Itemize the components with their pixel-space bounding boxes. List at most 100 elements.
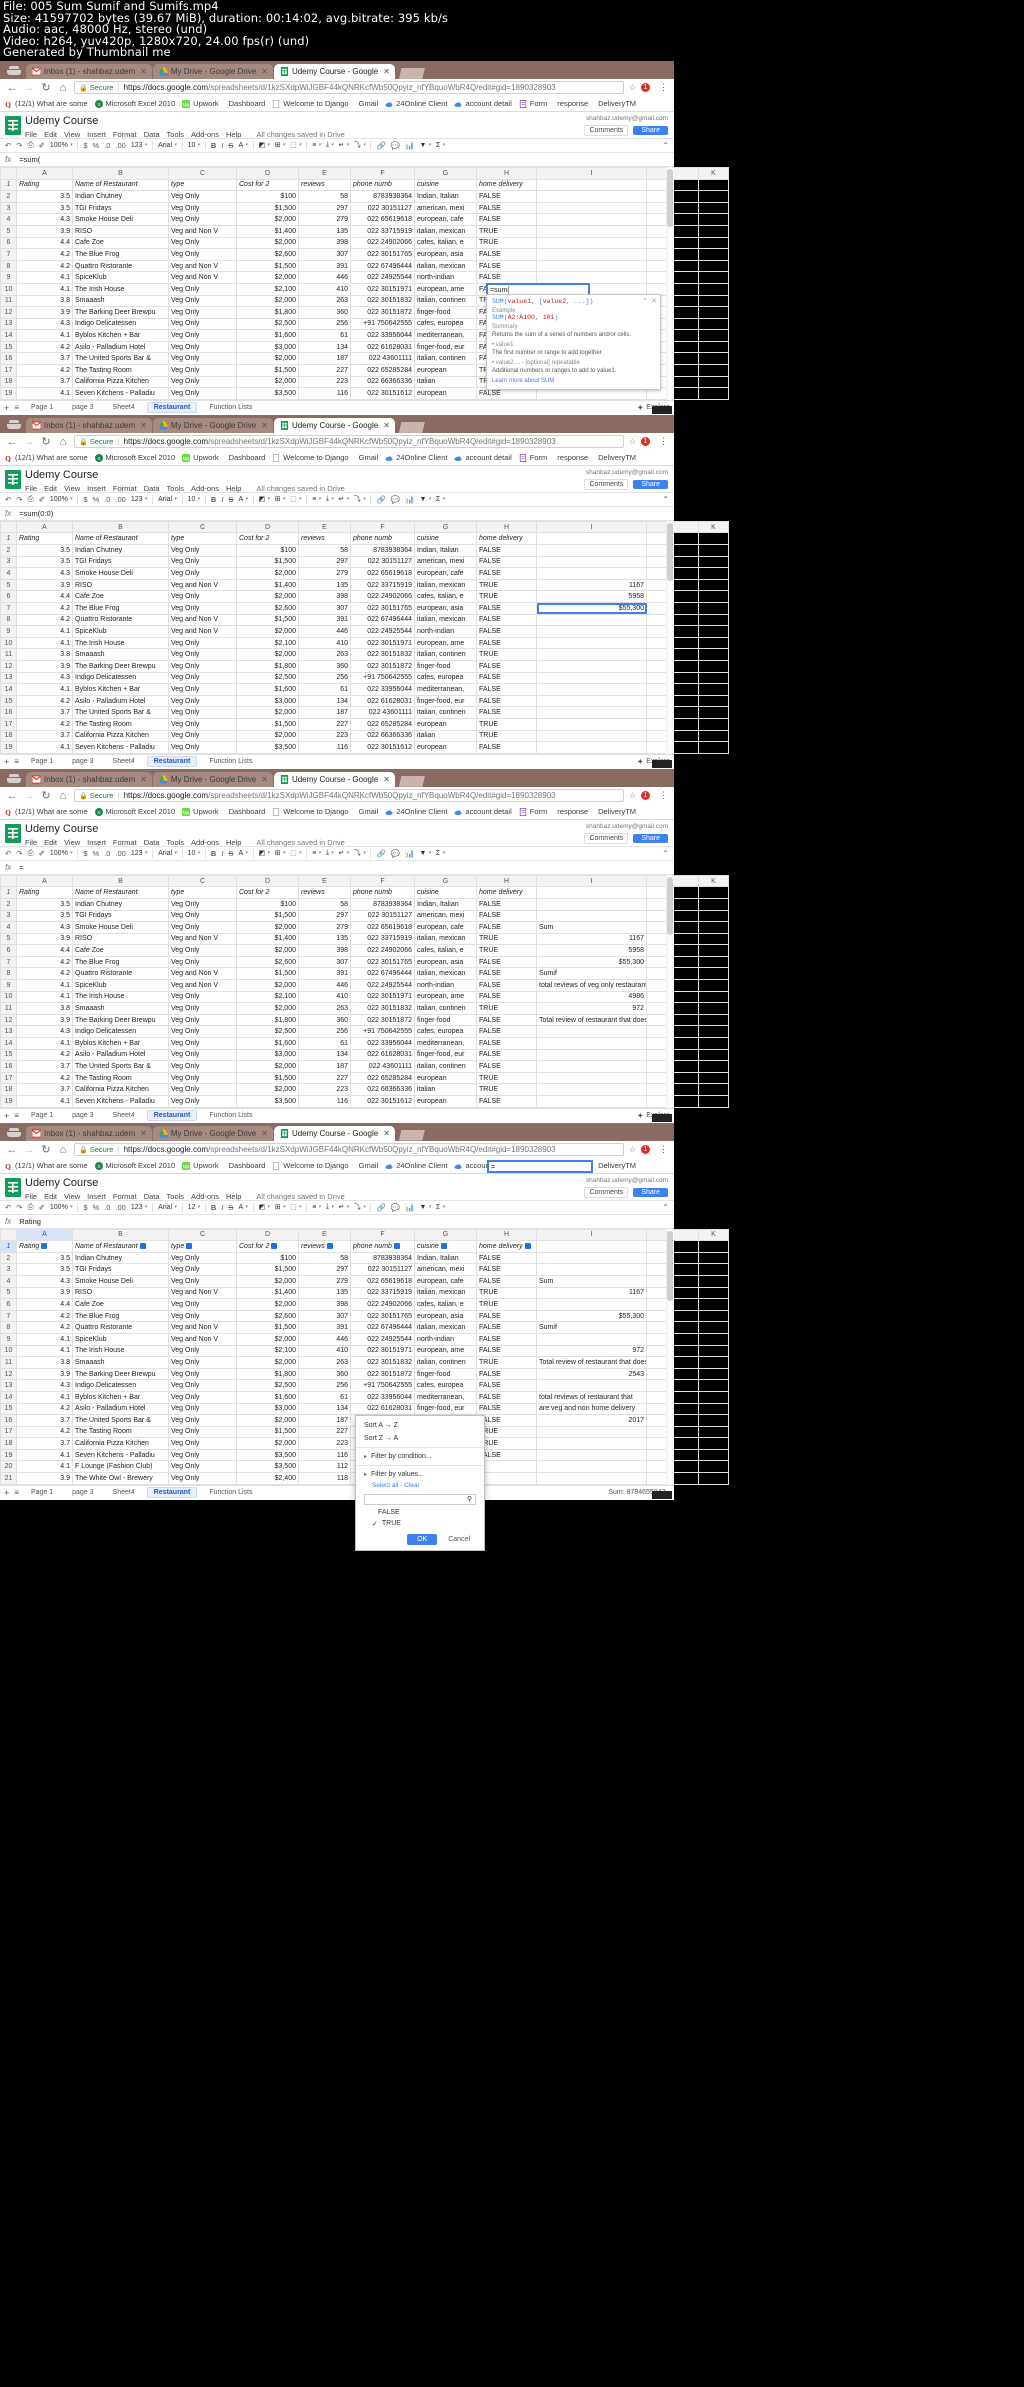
cell-I15[interactable]: are veg and non home delivery: [536, 1402, 647, 1416]
cell-C19[interactable]: Veg Only: [168, 387, 237, 400]
cell-E8[interactable]: 391: [298, 1321, 351, 1334]
horizontal-align-icon[interactable]: ≡ ▾: [312, 1204, 321, 1211]
font-select[interactable]: Arial ▾: [158, 850, 177, 857]
cell-H4[interactable]: FALSE: [476, 921, 537, 934]
header-cell-I[interactable]: [536, 1240, 647, 1253]
column-header-B[interactable]: B: [72, 874, 169, 888]
cell-F10[interactable]: 022 30151971: [350, 1344, 415, 1358]
cell-G7[interactable]: european, asia: [414, 955, 477, 969]
formula-bar[interactable]: fx =: [0, 861, 674, 875]
cell-C7[interactable]: Veg Only: [168, 248, 237, 261]
cell-H11[interactable]: TRUE: [476, 648, 537, 661]
cell-H14[interactable]: FALSE: [476, 683, 537, 696]
formula-bar[interactable]: fx =sum(0:0): [0, 507, 674, 521]
table-row[interactable]: 9 4.1 SpiceKlub Veg and Non V $2,000 446…: [0, 979, 729, 992]
cell-F17[interactable]: 022 65285284: [350, 364, 415, 377]
cell-K16[interactable]: [698, 1414, 729, 1427]
header-cell-A[interactable]: Rating: [16, 532, 73, 546]
row-header-14[interactable]: 14: [0, 1037, 17, 1050]
cell-F7[interactable]: 022 30151765: [350, 602, 415, 615]
merge-cells-icon[interactable]: ⬚ ▾: [290, 495, 301, 503]
print-icon[interactable]: ⎙: [28, 1202, 34, 1212]
cell-E20[interactable]: 112: [298, 1460, 351, 1474]
cell-K10[interactable]: [698, 636, 729, 650]
cell-F8[interactable]: 022 67496444: [350, 967, 415, 981]
back-icon[interactable]: ←: [6, 436, 18, 448]
borders-icon[interactable]: ⊞ ▾: [275, 141, 285, 149]
cell-K8[interactable]: [698, 967, 729, 981]
row-header-1[interactable]: 1: [0, 886, 17, 899]
row-header-15[interactable]: 15: [0, 694, 17, 708]
cell-K9[interactable]: [698, 625, 729, 638]
cell-H13[interactable]: FALSE: [476, 1379, 537, 1392]
menu-help[interactable]: Help: [226, 838, 241, 847]
cell-C3[interactable]: Veg Only: [168, 1263, 237, 1276]
cell-C14[interactable]: Veg Only: [168, 1037, 237, 1050]
cell-F8[interactable]: 022 67496444: [350, 1321, 415, 1334]
cell-C19[interactable]: Veg Only: [168, 741, 237, 754]
cell-C6[interactable]: Veg Only: [168, 1298, 237, 1311]
header-cell-K[interactable]: [698, 178, 729, 192]
cell-F2[interactable]: 8783938364: [350, 544, 415, 557]
cell-D3[interactable]: $1,500: [236, 201, 299, 215]
more-formats-select[interactable]: 123 ▾: [131, 142, 147, 149]
insert-chart-icon[interactable]: 📊: [405, 495, 414, 504]
cell-A11[interactable]: 3.8: [16, 294, 73, 308]
cell-I5[interactable]: 1167: [536, 1286, 647, 1300]
cell-A3[interactable]: 3.5: [16, 1263, 73, 1276]
cell-B12[interactable]: The Barking Deer Brewpu: [72, 1367, 169, 1381]
menu-help[interactable]: Help: [226, 484, 241, 493]
cell-A19[interactable]: 4.1: [16, 1448, 73, 1462]
header-cell-E[interactable]: reviews: [298, 532, 351, 546]
notification-badge[interactable]: 1: [641, 83, 650, 93]
cell-B14[interactable]: Byblos Kitchen + Bar: [72, 1390, 169, 1404]
cell-B4[interactable]: Smoke House Deli: [72, 567, 169, 580]
borders-icon[interactable]: ⊞ ▾: [275, 1203, 285, 1211]
cell-C4[interactable]: Veg Only: [168, 213, 237, 226]
cell-I7[interactable]: $55,300: [536, 955, 647, 969]
bookmark-6[interactable]: 24Online Client: [385, 453, 447, 462]
filter-button-A[interactable]: [41, 1243, 48, 1250]
row-header-5[interactable]: 5: [0, 224, 17, 238]
bookmark-9[interactable]: response: [554, 99, 588, 108]
cell-H6[interactable]: TRUE: [476, 590, 537, 603]
cell-formula-editor[interactable]: =: [487, 1159, 593, 1173]
bookmark-1[interactable]: X Microsoft Excel 2010: [94, 1161, 175, 1170]
cell-K15[interactable]: [698, 340, 729, 354]
text-rotation-icon[interactable]: ⤵ ▾: [354, 140, 366, 150]
header-cell-F[interactable]: phone numb: [350, 532, 415, 546]
cell-G2[interactable]: Indian, Italian: [414, 190, 477, 203]
cell-G10[interactable]: european, ame: [414, 1344, 477, 1358]
cell-K6[interactable]: [698, 236, 729, 250]
table-row[interactable]: 7 4.2 The Blue Frog Veg Only $2,600 307 …: [0, 248, 729, 261]
cell-A11[interactable]: 3.8: [16, 648, 73, 661]
cell-D10[interactable]: $2,100: [236, 1344, 299, 1358]
close-icon[interactable]: ✕: [261, 1129, 268, 1138]
cell-H2[interactable]: FALSE: [476, 544, 537, 557]
cell-I7[interactable]: $55,300: [536, 1309, 647, 1323]
bookmark-6[interactable]: 24Online Client: [385, 99, 447, 108]
cell-A17[interactable]: 4.2: [16, 1425, 73, 1439]
row-header-6[interactable]: 6: [0, 1298, 17, 1311]
cell-C9[interactable]: Veg and Non V: [168, 271, 237, 284]
bookmark-star-icon[interactable]: ☆: [629, 1145, 636, 1154]
table-row[interactable]: 18 3.7 California Pizza Kitchen Veg Only…: [0, 729, 729, 743]
cell-G15[interactable]: finger-food, eur: [414, 1402, 477, 1416]
vertical-align-icon[interactable]: ⤓ ▾: [326, 495, 334, 503]
cell-A12[interactable]: 3.9: [16, 1013, 73, 1027]
cell-B3[interactable]: TGI Fridays: [72, 201, 169, 215]
comments-button[interactable]: Comments: [584, 1186, 629, 1198]
cell-B6[interactable]: Cafe Zoe: [72, 236, 169, 250]
cell-D5[interactable]: $1,400: [236, 1286, 299, 1300]
cell-D6[interactable]: $2,000: [236, 944, 299, 957]
cell-E14[interactable]: 61: [298, 1390, 351, 1404]
cell-G13[interactable]: cafes, europea: [414, 1379, 477, 1392]
cell-G6[interactable]: cafes, italian, e: [414, 944, 477, 957]
cell-C11[interactable]: Veg Only: [168, 294, 237, 308]
cell-D15[interactable]: $3,000: [236, 340, 299, 354]
insert-link-icon[interactable]: 🔗: [376, 141, 385, 150]
cell-I4[interactable]: Sum: [536, 1274, 647, 1288]
cell-F15[interactable]: 022 61628031: [350, 1048, 415, 1062]
row-header-12[interactable]: 12: [0, 659, 17, 673]
new-tab-button[interactable]: [398, 421, 425, 433]
